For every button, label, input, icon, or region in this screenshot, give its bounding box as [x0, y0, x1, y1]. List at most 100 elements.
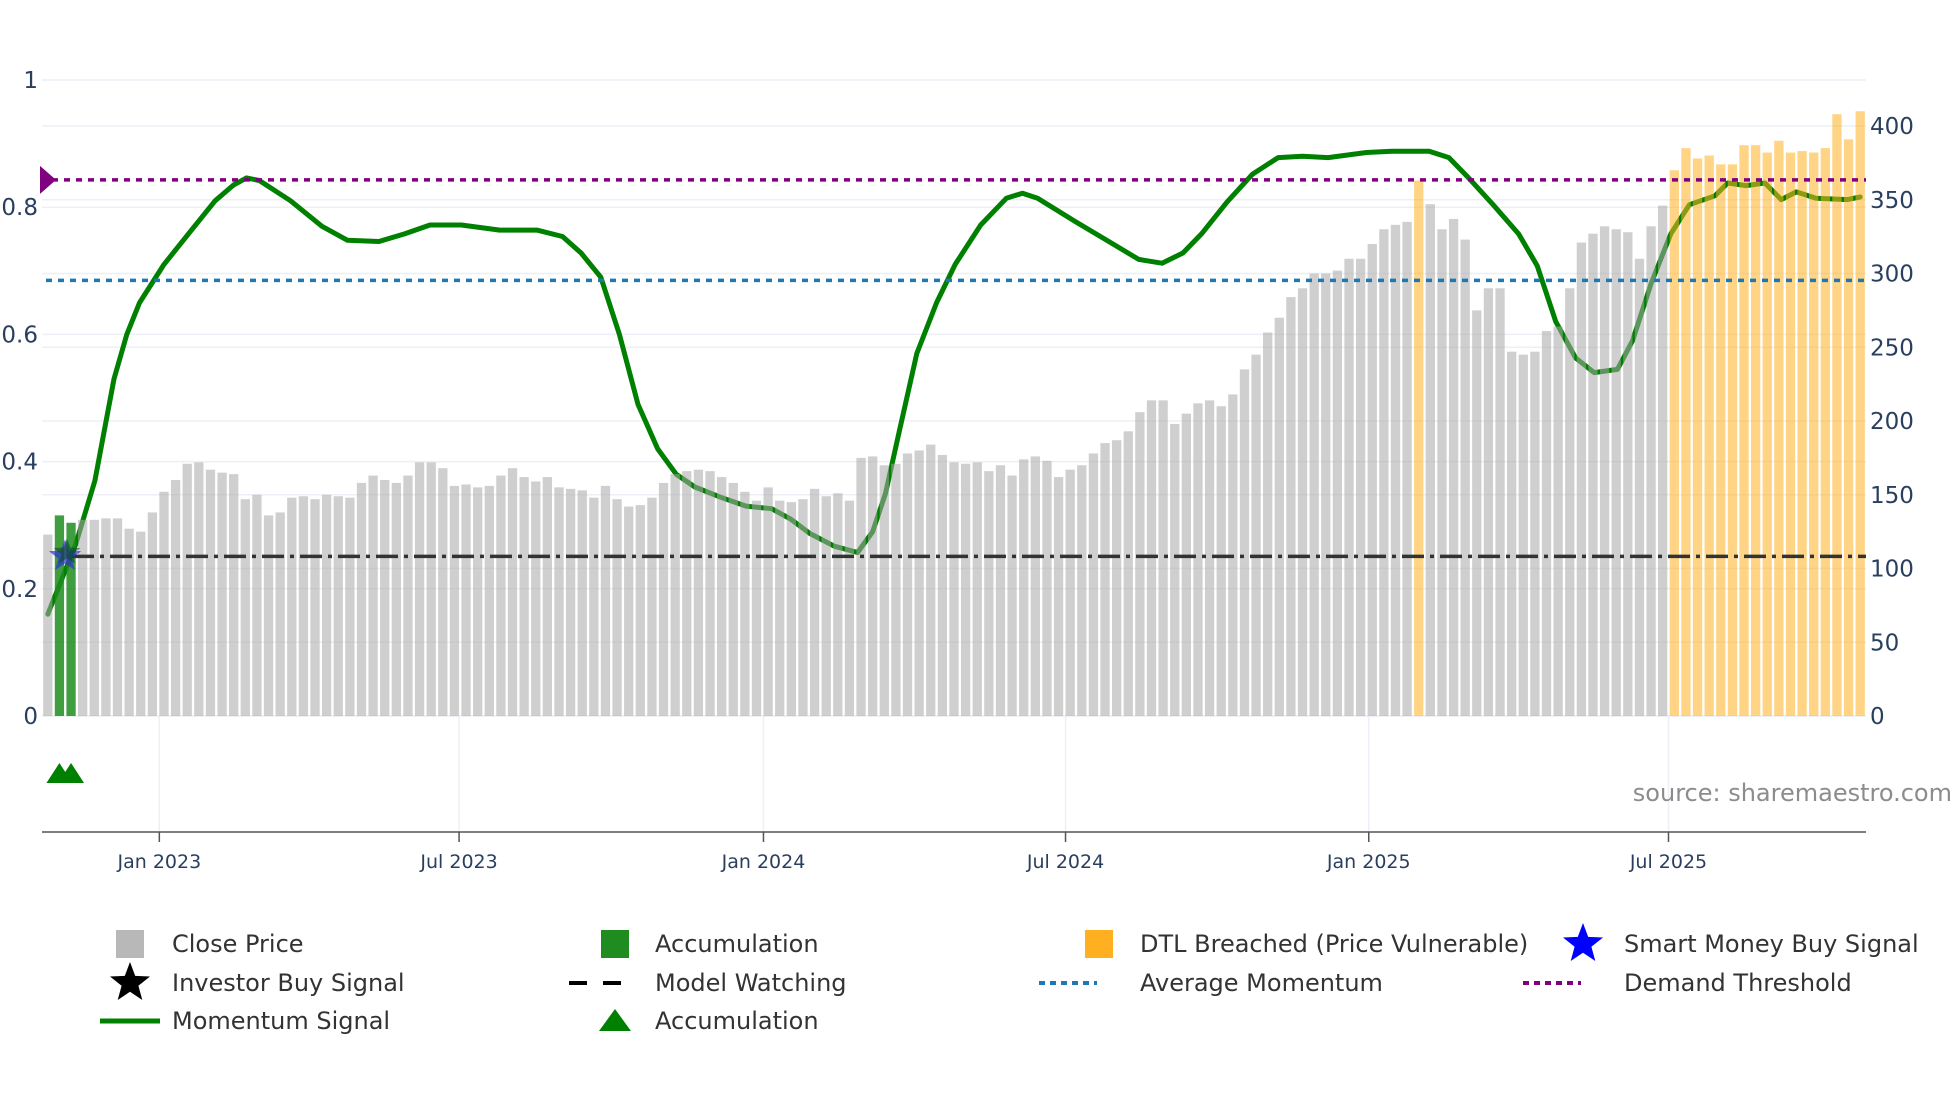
price-bar: [705, 471, 715, 716]
price-bar: [194, 462, 204, 716]
price-bar: [763, 487, 773, 716]
price-bar: [1367, 244, 1377, 716]
price-bar: [496, 475, 506, 716]
price-bar: [728, 482, 738, 716]
right-tick-label: 0: [1870, 704, 1885, 730]
legend-triangle-icon: [599, 1009, 631, 1031]
price-bar: [1170, 423, 1180, 716]
price-bar: [1379, 229, 1389, 716]
price-bar: [670, 474, 680, 716]
price-bar: [1460, 239, 1470, 716]
price-bar: [368, 475, 378, 716]
price-bar: [565, 488, 576, 716]
price-bar: [1123, 431, 1133, 716]
price-bar: [798, 499, 808, 716]
dtl-breached-bar: [1855, 111, 1865, 716]
price-bar: [647, 497, 657, 716]
dtl-breached-bar: [1843, 139, 1854, 716]
price-bar: [693, 469, 704, 716]
legend-label-accumulation: Accumulation: [655, 930, 819, 958]
price-bar: [1332, 270, 1343, 716]
price-bar: [1216, 406, 1226, 716]
price-bar: [1019, 459, 1029, 716]
x-tick-label: Jul 2023: [419, 851, 497, 873]
price-bar: [1472, 310, 1482, 716]
price-bar: [1030, 456, 1040, 716]
price-bar: [833, 493, 843, 716]
price-bar: [1495, 288, 1505, 716]
right-tick-label: 350: [1870, 188, 1914, 214]
price-bar: [1077, 465, 1087, 716]
right-tick-label: 100: [1870, 557, 1914, 583]
legend-label-dtl-breached-price-vulnerable: DTL Breached (Price Vulnerable): [1140, 930, 1528, 958]
left-tick-label: 0.6: [1, 322, 38, 348]
price-bar: [1251, 354, 1261, 716]
price-bar: [751, 500, 762, 716]
dtl-breached-bar: [1832, 114, 1842, 716]
price-bar: [205, 469, 216, 716]
price-bar: [1065, 469, 1075, 716]
price-bar: [1390, 224, 1401, 716]
price-bar: [972, 462, 982, 716]
dtl-breached-bar: [1716, 164, 1726, 717]
dtl-breached-bar: [1739, 145, 1749, 717]
price-bar: [902, 453, 913, 716]
price-bar: [1344, 258, 1354, 716]
price-bar: [1297, 288, 1308, 716]
price-bar: [1204, 400, 1215, 716]
price-bar: [879, 465, 889, 716]
dtl-breached-bar: [1750, 145, 1761, 717]
x-tick-label: Jan 2023: [116, 851, 201, 873]
left-tick-label: 0.4: [1, 450, 38, 476]
price-bar: [182, 463, 192, 716]
left-tick-label: 0: [23, 704, 38, 730]
price-bar: [1286, 297, 1296, 716]
price-bar: [229, 474, 239, 716]
price-bar: [1611, 229, 1621, 716]
dtl-breached-bar: [1820, 148, 1830, 716]
price-bar: [1239, 369, 1250, 716]
price-bar: [1599, 226, 1610, 717]
price-bar: [682, 471, 692, 716]
legend-square-icon: [1085, 930, 1113, 958]
price-bar: [1518, 354, 1528, 716]
price-bar: [554, 487, 564, 716]
legend-star-icon: [1563, 923, 1603, 961]
price-bar: [844, 500, 855, 716]
legend-label-smart-money-buy-signal: Smart Money Buy Signal: [1624, 930, 1919, 958]
price-bar: [1146, 400, 1157, 716]
price-bar: [635, 505, 645, 716]
price-bar: [321, 494, 332, 716]
price-bar: [1576, 242, 1587, 716]
dtl-breached-bar: [1774, 140, 1784, 716]
legend-label-average-momentum: Average Momentum: [1140, 969, 1383, 997]
price-bar: [310, 499, 320, 716]
legend-label-accumulation: Accumulation: [655, 1007, 819, 1035]
price-bar: [658, 482, 669, 716]
price-bar: [589, 497, 599, 716]
price-bar: [287, 497, 297, 716]
right-tick-label: 250: [1870, 335, 1914, 361]
price-bar: [1309, 273, 1319, 716]
price-bar: [600, 485, 611, 716]
price-bars: [43, 111, 1865, 717]
legend-label-momentum-signal: Momentum Signal: [172, 1007, 390, 1035]
dtl-breached-bar: [1727, 164, 1738, 717]
dtl-breached-bar: [1797, 151, 1807, 716]
x-tick-label: Jul 2025: [1629, 851, 1707, 873]
price-bar: [926, 444, 936, 716]
price-bar: [414, 462, 425, 716]
accumulation-bar: [54, 515, 65, 716]
price-bar: [1565, 288, 1575, 716]
price-bar: [577, 490, 587, 716]
left-tick-label: 0.8: [1, 195, 38, 221]
right-tick-label: 200: [1870, 409, 1914, 435]
demand-threshold-diamond-icon: [40, 165, 56, 194]
right-tick-label: 150: [1870, 483, 1914, 509]
price-bar: [1588, 233, 1598, 717]
price-bar: [275, 512, 285, 716]
price-bar: [960, 463, 971, 716]
price-bar: [1263, 332, 1273, 716]
price-bar: [43, 534, 53, 716]
left-tick-label: 0.2: [1, 577, 38, 603]
